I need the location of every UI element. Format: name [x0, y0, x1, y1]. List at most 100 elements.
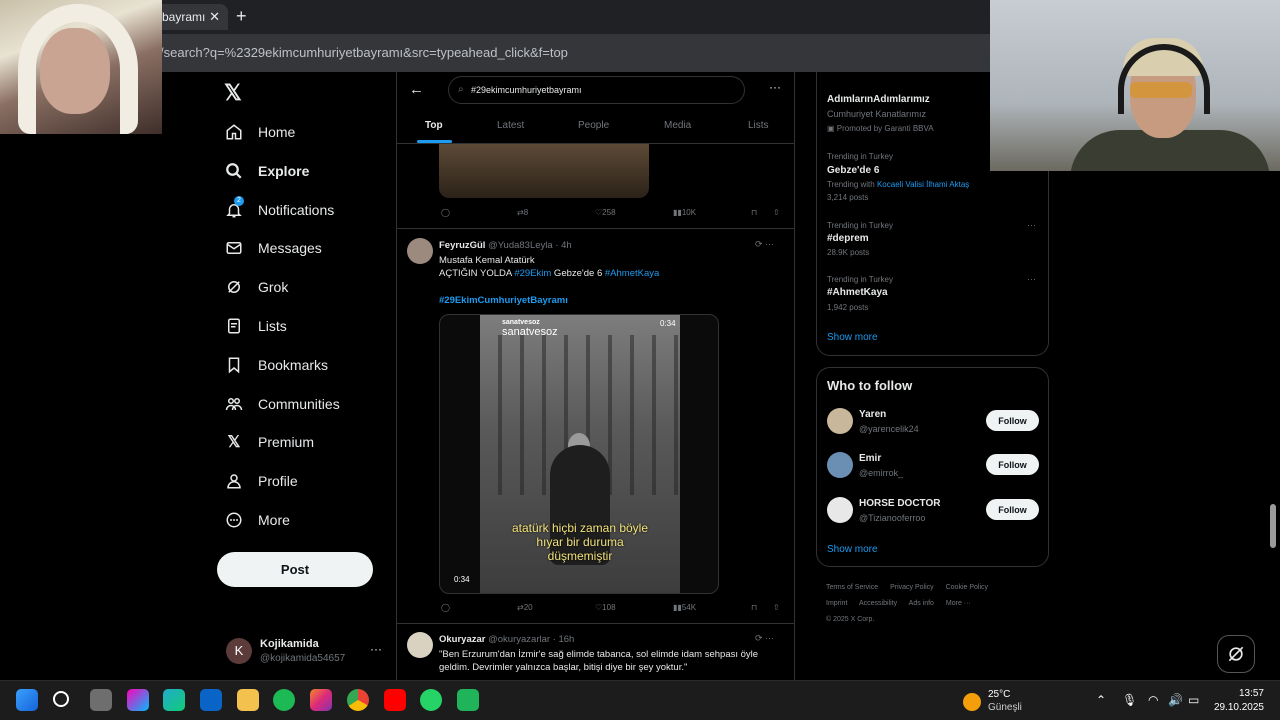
footer-link[interactable]: Privacy Policy — [890, 584, 934, 591]
chrome-icon[interactable] — [347, 689, 369, 711]
nav-bookmarks[interactable]: Bookmarks — [224, 350, 328, 380]
follow-button[interactable]: Follow — [986, 454, 1039, 475]
footer-link[interactable]: Terms of Service — [826, 584, 878, 591]
nav-lists[interactable]: Lists — [224, 311, 287, 341]
battery-icon[interactable]: ▭ — [1188, 693, 1199, 707]
avatar[interactable] — [407, 238, 433, 264]
copilot-icon[interactable] — [127, 689, 149, 711]
post-button[interactable]: Post — [217, 552, 373, 587]
wifi-icon[interactable]: ◠ — [1148, 693, 1158, 707]
repost-button[interactable]: ⇄ 20 — [517, 603, 533, 612]
url-text[interactable]: /search?q=%2329ekimcumhuriyetbayramı&src… — [160, 45, 568, 60]
grok-button[interactable] — [1217, 635, 1255, 673]
avatar[interactable] — [827, 452, 853, 478]
nav-explore[interactable]: Explore — [224, 156, 309, 186]
footer-link[interactable]: Imprint — [826, 600, 847, 607]
start-icon[interactable] — [16, 689, 38, 711]
tweet-more-icon[interactable]: ⟳ ··· — [755, 239, 774, 250]
hashtag-link[interactable]: #29EkimCumhuriyetBayramı — [439, 294, 659, 307]
nav-profile[interactable]: Profile — [224, 466, 298, 496]
share-icon[interactable]: ⇧ — [773, 208, 780, 217]
user-name[interactable]: Emir — [859, 453, 881, 464]
weather-condition: Güneşli — [988, 702, 1022, 713]
user-name[interactable]: HORSE DOCTOR — [859, 498, 941, 509]
nav-more[interactable]: More — [224, 505, 290, 535]
user-name[interactable]: Yaren — [859, 409, 886, 420]
tab-top[interactable]: Top — [425, 120, 443, 131]
task-view-icon[interactable] — [90, 689, 112, 711]
account-more-icon[interactable]: ··· — [370, 642, 382, 656]
nav-premium[interactable]: 𝕏 Premium — [224, 427, 314, 457]
views-button[interactable]: ▮▮ 54K — [673, 603, 696, 612]
reply-icon[interactable]: ◯ — [441, 603, 450, 612]
trend-link[interactable]: Kocaeli Valisi İlhami Aktaş — [877, 180, 969, 189]
new-tab-button[interactable]: + — [236, 6, 247, 27]
like-button[interactable]: ♡ 258 — [595, 208, 616, 217]
follow-button[interactable]: Follow — [986, 499, 1039, 520]
trend-posts: 3,214 posts — [827, 193, 869, 202]
trend-more-icon[interactable]: ··· — [1027, 220, 1036, 230]
footer-link[interactable]: More ··· — [946, 600, 971, 607]
bookmark-icon[interactable]: ⊓ — [751, 208, 757, 217]
bookmark-icon[interactable]: ⊓ — [751, 603, 757, 612]
section-title: Who to follow — [827, 378, 913, 393]
outlook-icon[interactable] — [200, 689, 222, 711]
trend-title[interactable]: Gebze'de 6 — [827, 165, 879, 176]
nav-notifications[interactable]: 2 Notifications — [224, 195, 334, 225]
tweet-more-icon[interactable]: ⟳ ··· — [755, 633, 774, 644]
footer-link[interactable]: Cookie Policy — [946, 584, 988, 591]
search-more-icon[interactable]: ··· — [769, 80, 781, 94]
trend-more-icon[interactable]: ··· — [1027, 274, 1036, 284]
edge-icon[interactable] — [163, 689, 185, 711]
x-logo-icon[interactable]: 𝕏 — [224, 80, 242, 106]
chevron-up-icon[interactable]: ⌃ — [1096, 693, 1106, 707]
search-input[interactable]: ⌕ #29ekimcumhuriyetbayramı — [448, 76, 745, 104]
hashtag-link[interactable]: #29Ekim — [514, 268, 551, 279]
show-more-link[interactable]: Show more — [827, 332, 878, 343]
tab-people[interactable]: People — [578, 120, 609, 131]
share-icon[interactable]: ⇧ — [773, 603, 780, 612]
follow-button[interactable]: Follow — [986, 410, 1039, 431]
avatar[interactable] — [827, 497, 853, 523]
repost-button[interactable]: ⇄ 8 — [517, 208, 528, 217]
account-switcher[interactable]: K Kojikamida @kojikamida54657 ··· — [226, 636, 386, 670]
nav-home[interactable]: Home — [224, 117, 295, 147]
nav-messages[interactable]: Messages — [224, 233, 322, 263]
file-explorer-icon[interactable] — [237, 689, 259, 711]
tweet-image[interactable] — [439, 144, 649, 198]
trend-title[interactable]: #AhmetKaya — [827, 287, 888, 298]
microphone-icon[interactable]: 🎙 — [1122, 693, 1137, 707]
scrollbar[interactable] — [1270, 504, 1276, 548]
footer-link[interactable]: Accessibility — [859, 600, 897, 607]
tweet-author[interactable]: FeyruzGül @Yuda83Leyla · 4h — [439, 240, 572, 251]
tweet-actions: ◯ ⇄ 20 ♡ 108 ▮▮ 54K ⊓ ⇧ — [439, 603, 789, 619]
volume-icon[interactable]: 🔊 — [1168, 693, 1183, 707]
tab-lists[interactable]: Lists — [748, 120, 769, 131]
trend-title[interactable]: #deprem — [827, 233, 869, 244]
tweet-author[interactable]: Okuryazar @okuryazarlar · 16h — [439, 634, 574, 645]
show-more-link[interactable]: Show more — [827, 544, 878, 555]
like-button[interactable]: ♡ 108 — [595, 603, 616, 612]
views-button[interactable]: ▮▮ 10K — [673, 208, 696, 217]
hashtag-link[interactable]: #AhmetKaya — [605, 268, 659, 279]
spotify-icon[interactable] — [273, 689, 295, 711]
avatar[interactable] — [827, 408, 853, 434]
avatar[interactable] — [407, 632, 433, 658]
reply-icon[interactable]: ◯ — [441, 208, 450, 217]
youtube-icon[interactable] — [384, 689, 406, 711]
clock[interactable]: 13:57 29.10.2025 — [1210, 687, 1264, 715]
app-icon[interactable] — [457, 689, 479, 711]
back-arrow-icon[interactable]: ← — [409, 81, 424, 98]
nav-grok[interactable]: Grok — [224, 272, 288, 302]
tweet-video[interactable]: sanatvesoz sanatvesoz 0:34 atatürk hiçbi… — [439, 314, 719, 594]
nav-communities[interactable]: Communities — [224, 389, 340, 419]
instagram-icon[interactable] — [310, 689, 332, 711]
close-tab-icon[interactable]: ✕ — [209, 9, 220, 25]
tab-latest[interactable]: Latest — [497, 120, 524, 131]
tab-media[interactable]: Media — [664, 120, 691, 131]
promoted-title[interactable]: AdımlarınAdımlarımız — [827, 94, 930, 105]
whatsapp-icon[interactable] — [420, 689, 442, 711]
search-icon[interactable] — [53, 691, 69, 707]
footer-link[interactable]: Ads info — [909, 600, 934, 607]
trend-with-label: Trending with — [827, 180, 877, 189]
